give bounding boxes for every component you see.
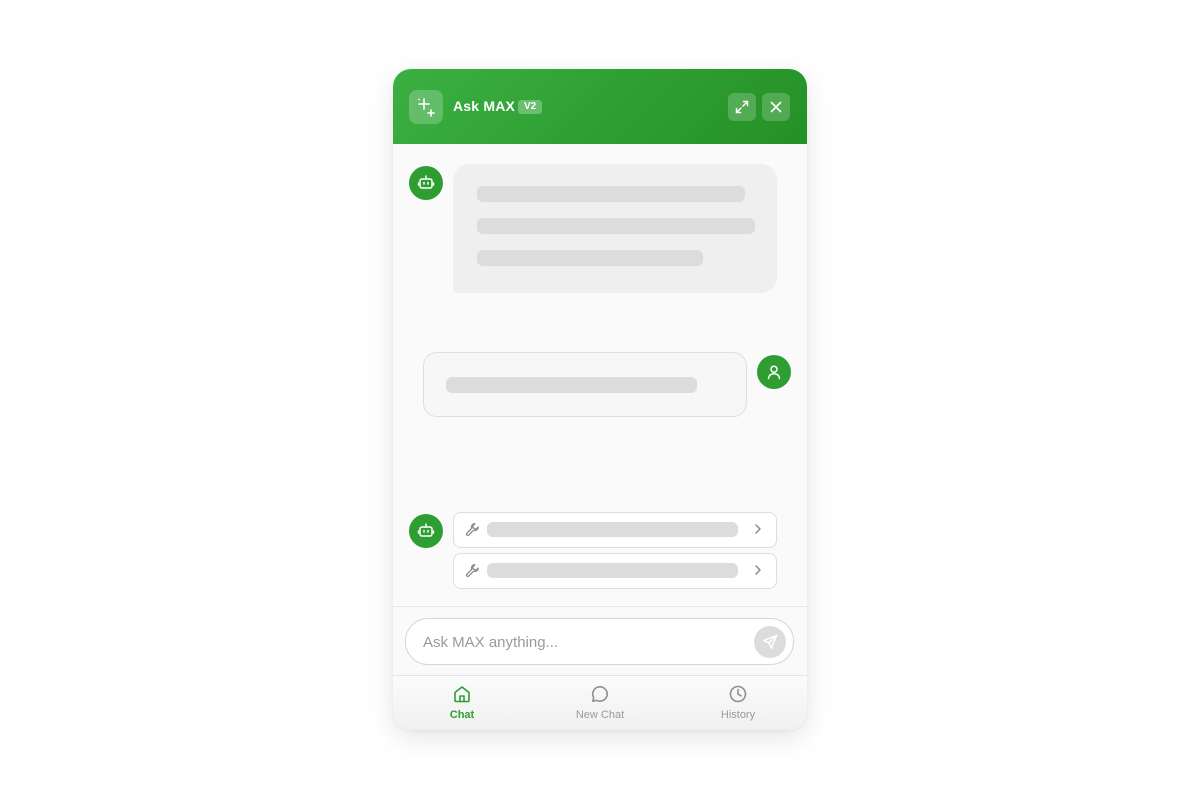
tool-call-row[interactable] [453,512,777,548]
wrench-icon [465,564,479,578]
user-icon [767,365,781,380]
tool-call-row[interactable] [453,553,777,589]
nav-item-chat[interactable]: Chat [417,684,507,726]
chat-title: Ask MAX [453,98,516,114]
expand-button[interactable] [728,93,756,121]
bottom-navigation: Chat New Chat History [393,675,807,730]
user-message-bubble [423,352,747,417]
home-icon [454,686,470,703]
ask-max-chat-widget: Ask MAX V2 Ask MAX anything... Chat New … [393,69,807,730]
send-button[interactable] [754,626,786,658]
nav-item-label: History [720,709,756,721]
close-button[interactable] [762,93,790,121]
robot-icon [417,523,435,537]
skeleton-line [477,250,703,266]
sparkle-icon [409,90,443,124]
user-avatar [757,355,791,389]
clock-icon [729,685,747,703]
nav-item-label: Chat [449,709,475,721]
message-composer [393,606,807,676]
nav-item-history[interactable]: History [693,684,783,726]
version-badge: V2 [518,100,543,114]
skeleton-line [487,563,738,578]
chat-bubble-icon [591,685,608,702]
chevron-right-icon [755,524,761,534]
wrench-icon [465,523,479,537]
message-input[interactable] [421,619,745,666]
assistant-avatar [409,166,443,200]
robot-icon [417,175,435,189]
send-icon [763,634,778,649]
assistant-message-bubble [453,164,777,293]
expand-icon [735,100,749,114]
assistant-avatar [409,514,443,548]
skeleton-line [446,377,697,393]
chat-header: Ask MAX V2 [393,69,807,144]
nav-item-label: New Chat [575,709,625,721]
skeleton-line [477,186,745,202]
message-list[interactable] [393,144,807,606]
nav-item-new-chat[interactable]: New Chat [555,684,645,726]
close-icon [770,101,782,113]
skeleton-line [487,522,738,537]
message-input-wrapper [405,618,794,666]
chevron-right-icon [755,565,761,575]
skeleton-line [477,218,755,234]
